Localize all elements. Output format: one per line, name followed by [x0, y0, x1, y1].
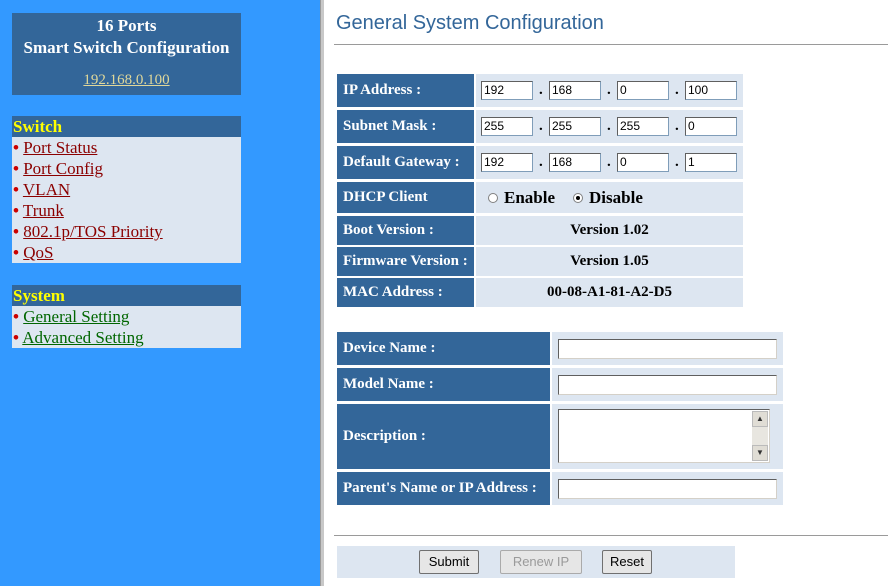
sidebar-item-trunk[interactable]: • Trunk	[12, 200, 241, 221]
bullet-icon: •	[13, 243, 19, 262]
mac-address-label: MAC Address :	[337, 278, 474, 307]
sidebar-link-label[interactable]: Port Status	[23, 138, 97, 157]
scroll-up-icon[interactable]: ▲	[752, 411, 768, 427]
device-name-input[interactable]	[558, 339, 777, 359]
bullet-icon: •	[13, 201, 19, 220]
system-menu: System • General Setting • Advanced Sett…	[12, 285, 241, 348]
sidebar-item-tos-priority[interactable]: • 802.1p/TOS Priority	[12, 221, 241, 242]
gateway-octet-2-input[interactable]: 168	[549, 153, 601, 172]
octet-separator: .	[675, 82, 679, 98]
sidebar-item-general-setting[interactable]: • General Setting	[12, 306, 241, 327]
divider	[334, 44, 888, 46]
firmware-version-value: Version 1.05	[476, 247, 743, 276]
sidebar-link-label[interactable]: QoS	[23, 243, 53, 262]
octet-separator: .	[539, 118, 543, 134]
default-gateway-label: Default Gateway :	[337, 146, 474, 179]
gateway-octet-3-input[interactable]: 0	[617, 153, 669, 172]
firmware-version-label: Firmware Version :	[337, 247, 474, 276]
device-ip-link[interactable]: 192.168.0.100	[12, 69, 241, 91]
sidebar-link-label[interactable]: Trunk	[23, 201, 64, 220]
dhcp-enable-radio[interactable]	[488, 192, 498, 203]
sidebar-item-vlan[interactable]: • VLAN	[12, 179, 241, 200]
gateway-octet-1-input[interactable]: 192	[481, 153, 533, 172]
dhcp-disable-radio[interactable]	[573, 192, 584, 203]
divider	[334, 535, 888, 537]
scroll-down-icon[interactable]: ▼	[752, 445, 768, 461]
dhcp-enable-label[interactable]: Enable	[504, 188, 555, 208]
reset-button[interactable]: Reset	[602, 550, 652, 574]
sidebar-item-advanced-setting[interactable]: • Advanced Setting	[12, 327, 241, 348]
ip-octet-2-input[interactable]: 168	[549, 81, 601, 100]
sidebar-link-label[interactable]: Port Config	[23, 159, 103, 178]
parent-name-label: Parent's Name or IP Address :	[337, 472, 550, 505]
parent-name-input[interactable]	[558, 479, 777, 499]
sidebar-link-label[interactable]: VLAN	[23, 180, 70, 199]
switch-menu: Switch • Port Status • Port Config • VLA…	[12, 116, 241, 263]
page-title: General System Configuration	[336, 12, 604, 34]
dhcp-client-label: DHCP Client	[337, 182, 474, 213]
sidebar-link-label[interactable]: Advanced Setting	[22, 328, 143, 347]
renew-ip-button[interactable]: Renew IP	[500, 550, 582, 574]
subnet-mask-label: Subnet Mask :	[337, 110, 474, 143]
octet-separator: .	[607, 154, 611, 170]
bullet-icon: •	[13, 138, 19, 157]
mask-octet-2-input[interactable]: 255	[549, 117, 601, 136]
boot-version-label: Boot Version :	[337, 216, 474, 245]
bullet-icon: •	[13, 180, 19, 199]
model-name-input[interactable]	[558, 375, 777, 395]
ip-octet-3-input[interactable]: 0	[617, 81, 669, 100]
title-line-1: 16 Ports	[96, 16, 157, 35]
sidebar-item-qos[interactable]: • QoS	[12, 242, 241, 263]
octet-separator: .	[675, 118, 679, 134]
bullet-icon: •	[13, 328, 19, 347]
bullet-icon: •	[13, 159, 19, 178]
frame-divider[interactable]	[320, 0, 324, 586]
octet-separator: .	[607, 118, 611, 134]
sidebar: 16 Ports Smart Switch Configuration 192.…	[0, 0, 320, 586]
textarea-scrollbar[interactable]: ▲ ▼	[752, 411, 768, 461]
mask-octet-1-input[interactable]: 255	[481, 117, 533, 136]
octet-separator: .	[607, 82, 611, 98]
octet-separator: .	[675, 154, 679, 170]
description-textarea[interactable]: ▲ ▼	[558, 409, 770, 463]
mask-octet-3-input[interactable]: 255	[617, 117, 669, 136]
bullet-icon: •	[13, 307, 19, 326]
bullet-icon: •	[13, 222, 19, 241]
octet-separator: .	[539, 154, 543, 170]
system-menu-heading: System	[12, 285, 241, 306]
gateway-octet-4-input[interactable]: 1	[685, 153, 737, 172]
sidebar-item-port-status[interactable]: • Port Status	[12, 137, 241, 158]
submit-button[interactable]: Submit	[419, 550, 479, 574]
mac-address-value: 00-08-A1-81-A2-D5	[476, 278, 743, 307]
switch-menu-heading: Switch	[12, 116, 241, 137]
octet-separator: .	[539, 82, 543, 98]
mask-octet-4-input[interactable]: 0	[685, 117, 737, 136]
boot-version-value: Version 1.02	[476, 216, 743, 245]
sidebar-link-label[interactable]: General Setting	[23, 307, 129, 326]
sidebar-item-port-config[interactable]: • Port Config	[12, 158, 241, 179]
title-line-2: Smart Switch Configuration	[23, 38, 230, 57]
device-title-box: 16 Ports Smart Switch Configuration 192.…	[12, 13, 241, 95]
ip-octet-1-input[interactable]: 192	[481, 81, 533, 100]
ip-address-label: IP Address :	[337, 74, 474, 107]
model-name-label: Model Name :	[337, 368, 550, 401]
ip-octet-4-input[interactable]: 100	[685, 81, 737, 100]
device-name-label: Device Name :	[337, 332, 550, 365]
dhcp-disable-label[interactable]: Disable	[589, 188, 643, 208]
sidebar-link-label[interactable]: 802.1p/TOS Priority	[23, 222, 162, 241]
description-label: Description :	[337, 404, 550, 469]
dhcp-client-cell: Enable Disable	[476, 182, 743, 213]
